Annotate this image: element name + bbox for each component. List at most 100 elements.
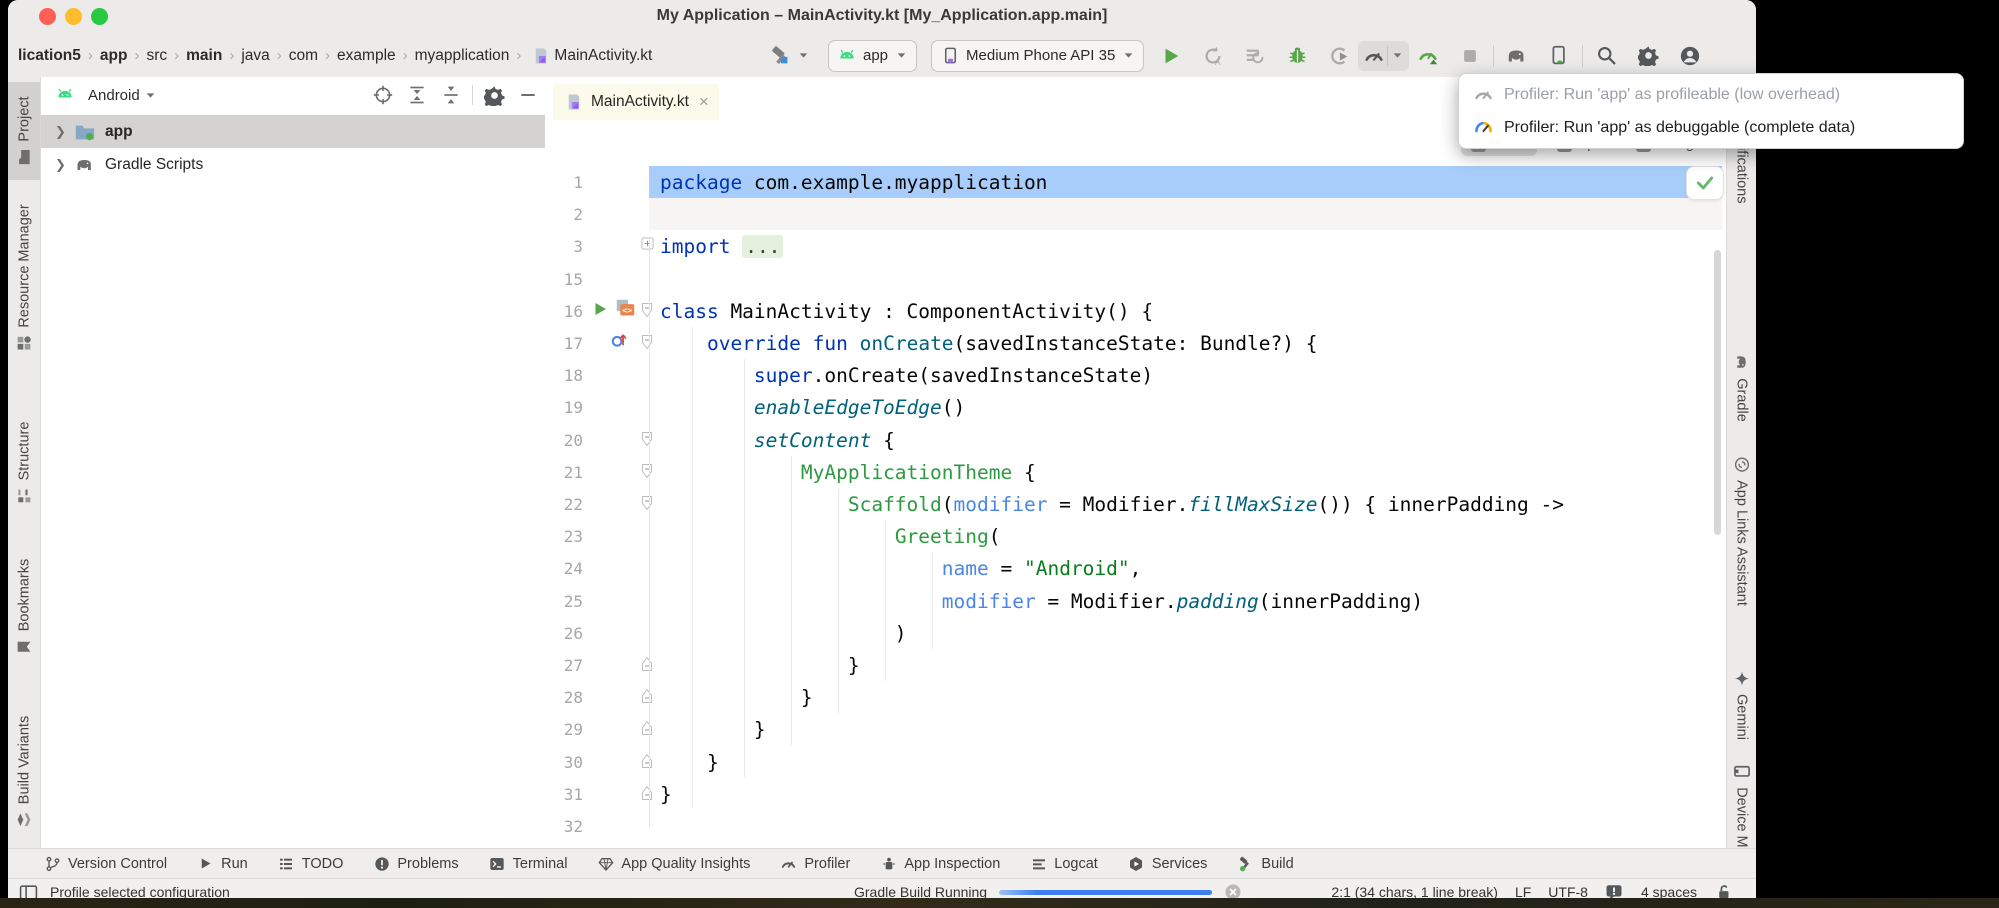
- device-manager-button[interactable]: [1546, 43, 1572, 69]
- code-line-26[interactable]: 26 ): [545, 617, 1726, 650]
- code-line-30[interactable]: 30 }: [545, 746, 1726, 779]
- code-line-19[interactable]: 19 enableEdgeToEdge(): [545, 391, 1726, 424]
- run-button[interactable]: [1158, 43, 1184, 69]
- expand-all-button[interactable]: [405, 83, 429, 107]
- code-line-31[interactable]: 31}: [545, 778, 1726, 811]
- run-class-gutter-icon[interactable]: [589, 298, 610, 319]
- code-line-21[interactable]: 21 MyApplicationTheme {: [545, 456, 1726, 489]
- line-number[interactable]: 18: [545, 359, 583, 392]
- code-line-29[interactable]: 29 }: [545, 713, 1726, 746]
- breadcrumb-item-src[interactable]: src: [146, 47, 167, 65]
- line-number[interactable]: 22: [545, 488, 583, 521]
- code-line-25[interactable]: 25 modifier = Modifier.padding(innerPadd…: [545, 585, 1726, 618]
- profiler-menu-item-profileable[interactable]: Profiler: Run 'app' as profileable (low …: [1459, 78, 1963, 111]
- stripe-item-gradle[interactable]: Gradle: [1734, 354, 1751, 422]
- editor-tab-mainactivity[interactable]: MainActivity.kt ×: [553, 84, 719, 120]
- line-number[interactable]: 26: [545, 617, 583, 650]
- profiler-menu-item-debuggable[interactable]: Profiler: Run 'app' as debuggable (compl…: [1459, 111, 1963, 144]
- code-line-28[interactable]: 28 }: [545, 681, 1726, 714]
- line-number[interactable]: 29: [545, 713, 583, 746]
- code-line-32[interactable]: 32: [545, 810, 1726, 843]
- stripe-item-build-variants[interactable]: Build Variants: [16, 716, 33, 828]
- stripe-item-app-links-assistant[interactable]: App Links Assistant: [1734, 456, 1751, 606]
- tool-window-button-build[interactable]: Build: [1237, 855, 1293, 872]
- line-number[interactable]: 28: [545, 681, 583, 714]
- profiler-menu-chevron-icon[interactable]: [1388, 43, 1406, 69]
- build-menu-chevron-icon[interactable]: [794, 43, 812, 69]
- gradle-sync-button[interactable]: [1504, 43, 1530, 69]
- code-line-2[interactable]: 2: [545, 198, 1726, 231]
- editor-scrollbar[interactable]: [1714, 250, 1721, 535]
- hide-panel-button[interactable]: [516, 83, 540, 107]
- close-tab-icon[interactable]: ×: [699, 92, 709, 112]
- breadcrumb-item-app[interactable]: app: [100, 47, 128, 65]
- line-number[interactable]: 21: [545, 456, 583, 489]
- line-number[interactable]: 31: [545, 778, 583, 811]
- line-number[interactable]: 32: [545, 810, 583, 843]
- breadcrumb-item-lication5[interactable]: lication5: [18, 47, 81, 65]
- code-line-18[interactable]: 18 super.onCreate(savedInstanceState): [545, 359, 1726, 392]
- editor[interactable]: MainActivity.kt × CodeSplitDesign 1packa…: [545, 77, 1726, 878]
- code-line-22[interactable]: 22 Scaffold(modifier = Modifier.fillMaxS…: [545, 488, 1726, 521]
- stop-button[interactable]: [1457, 43, 1483, 69]
- line-number[interactable]: 20: [545, 424, 583, 457]
- code-line-1[interactable]: 1package com.example.myapplication: [545, 166, 1726, 199]
- line-number[interactable]: 25: [545, 585, 583, 618]
- profiler-button-group[interactable]: [1358, 41, 1409, 71]
- tree-row-app[interactable]: ❯app: [41, 115, 545, 148]
- line-number[interactable]: 15: [545, 263, 583, 296]
- line-number[interactable]: 3: [545, 230, 583, 263]
- line-number[interactable]: 2: [545, 198, 583, 231]
- stripe-item-project[interactable]: Project: [16, 96, 33, 165]
- tool-window-button-version-control[interactable]: Version Control: [44, 855, 167, 872]
- attach-debugger-button[interactable]: [1326, 43, 1352, 69]
- line-number[interactable]: 16: [545, 295, 583, 328]
- debug-button[interactable]: [1284, 43, 1310, 69]
- tool-window-button-terminal[interactable]: Terminal: [489, 855, 568, 872]
- breadcrumb-item-com[interactable]: com: [289, 47, 318, 65]
- code-line-24[interactable]: 24 name = "Android",: [545, 552, 1726, 585]
- tool-window-button-app-quality-insights[interactable]: App Quality Insights: [597, 855, 750, 872]
- tool-window-button-profiler[interactable]: Profiler: [780, 855, 850, 872]
- expand-chevron-icon[interactable]: ❯: [55, 157, 65, 173]
- tool-window-button-services[interactable]: Services: [1128, 855, 1208, 872]
- stripe-item-bookmarks[interactable]: Bookmarks: [16, 559, 33, 656]
- collapse-all-button[interactable]: [439, 83, 463, 107]
- code-line-27[interactable]: 27 }: [545, 649, 1726, 682]
- tree-row-gradle-scripts[interactable]: ❯Gradle Scripts: [41, 148, 545, 181]
- breadcrumb-item-java[interactable]: java: [241, 47, 269, 65]
- tool-window-button-problems[interactable]: Problems: [373, 855, 458, 872]
- stripe-item-structure[interactable]: Structure: [16, 422, 33, 505]
- line-number[interactable]: 24: [545, 552, 583, 585]
- stripe-item-resource-manager[interactable]: Resource Manager: [16, 204, 33, 351]
- code-line-17[interactable]: 17 override fun onCreate(savedInstanceSt…: [545, 327, 1726, 360]
- stripe-item-gemini[interactable]: Gemini: [1734, 670, 1751, 740]
- breadcrumb-item-mainactivity-kt[interactable]: MainActivity.kt: [554, 47, 652, 65]
- tool-window-button-todo[interactable]: TODO: [278, 855, 344, 872]
- line-number[interactable]: 23: [545, 520, 583, 553]
- code-line-16[interactable]: 16<>class MainActivity : ComponentActivi…: [545, 295, 1726, 328]
- tool-window-button-logcat[interactable]: Logcat: [1030, 855, 1098, 872]
- run-configuration-select[interactable]: app: [828, 40, 917, 72]
- breadcrumb[interactable]: lication5›app›src›main›java›com›example›…: [18, 34, 652, 77]
- chevron-down-icon[interactable]: [144, 82, 158, 108]
- apply-changes-restart-button[interactable]: A: [1200, 43, 1226, 69]
- build-button[interactable]: [768, 43, 794, 69]
- inspections-widget[interactable]: [1686, 166, 1724, 200]
- account-avatar[interactable]: [1677, 43, 1703, 69]
- breadcrumb-item-main[interactable]: main: [186, 47, 222, 65]
- code-line-20[interactable]: 20 setContent {: [545, 424, 1726, 457]
- profile-low-overhead-button[interactable]: [1415, 43, 1441, 69]
- apply-code-changes-button[interactable]: [1242, 43, 1268, 69]
- project-view-select[interactable]: Android: [88, 87, 140, 104]
- device-select[interactable]: Medium Phone API 35: [931, 40, 1144, 72]
- profiler-button[interactable]: [1361, 43, 1387, 69]
- breadcrumb-item-myapplication[interactable]: myapplication: [415, 47, 510, 65]
- code-line-3[interactable]: 3import ...: [545, 230, 1726, 263]
- line-number[interactable]: 1: [545, 166, 583, 199]
- title-bar[interactable]: My Application – MainActivity.kt [My_App…: [8, 0, 1756, 34]
- code-line-15[interactable]: 15: [545, 263, 1726, 296]
- select-opened-file-button[interactable]: [371, 83, 395, 107]
- search-everywhere-button[interactable]: [1593, 43, 1619, 69]
- expand-chevron-icon[interactable]: ❯: [55, 124, 65, 140]
